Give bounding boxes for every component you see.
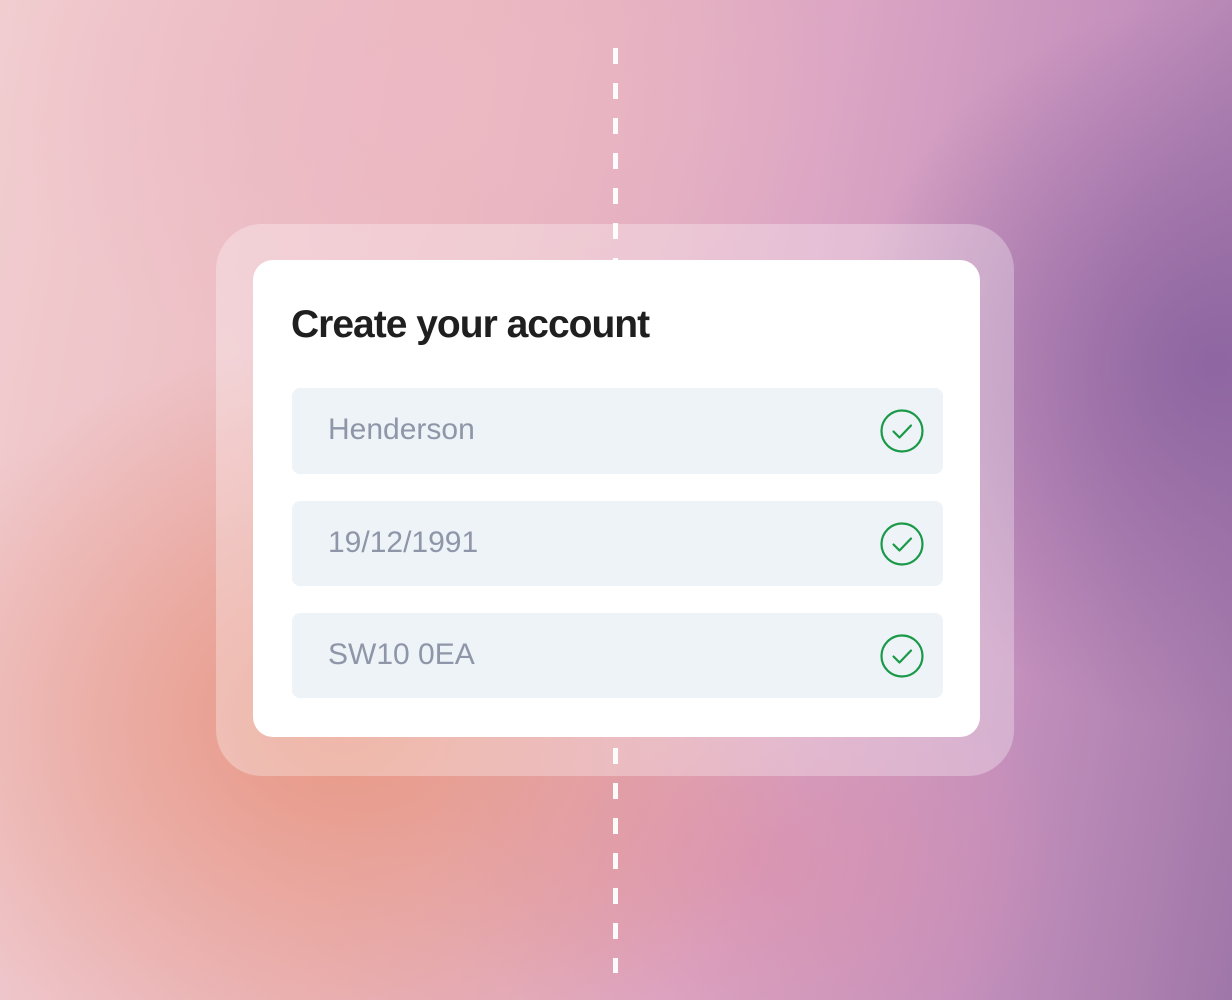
check-circle-icon (880, 409, 924, 453)
date-of-birth-field[interactable]: 19/12/1991 (292, 501, 943, 586)
postcode-value: SW10 0EA (328, 638, 475, 671)
check-circle-icon (880, 634, 924, 678)
page-title: Create your account (291, 303, 650, 346)
surname-field[interactable]: Henderson (292, 388, 943, 474)
postcode-field[interactable]: SW10 0EA (292, 613, 943, 698)
date-of-birth-value: 19/12/1991 (328, 526, 479, 559)
surname-value: Henderson (328, 413, 475, 446)
check-circle-icon (880, 522, 924, 566)
create-account-card: Create your account Henderson 19/12/1991… (253, 260, 980, 737)
